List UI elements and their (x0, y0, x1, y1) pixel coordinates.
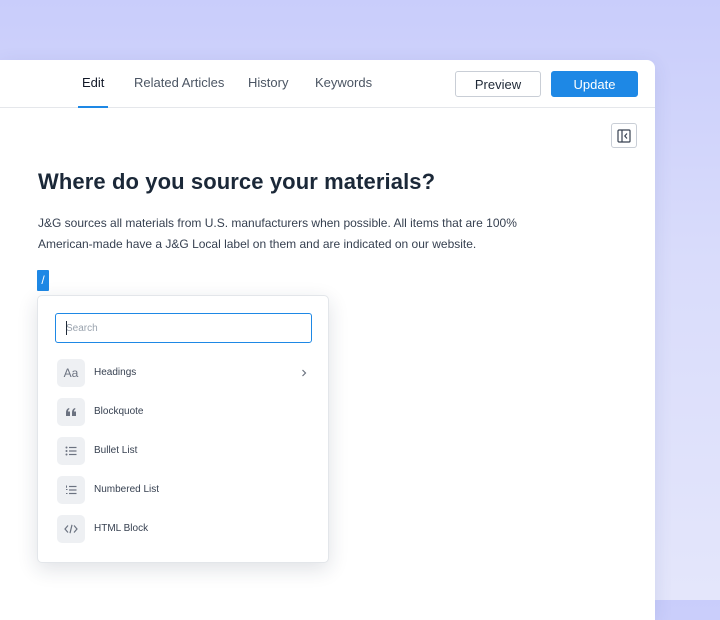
menu-item-bullet-list[interactable]: Bullet List (57, 437, 313, 465)
editor-window: Edit Related Articles History Keywords P… (0, 60, 655, 620)
menu-item-label: Headings (94, 367, 137, 378)
article-body[interactable]: J&G sources all materials from U.S. manu… (38, 213, 573, 254)
menu-item-label: Bullet List (94, 445, 138, 456)
block-search-input[interactable] (55, 313, 312, 343)
menu-item-html-block[interactable]: HTML Block (57, 515, 313, 543)
numbered-list-icon (57, 476, 85, 504)
article-editor[interactable]: Where do you source your materials? J&G … (0, 60, 655, 600)
code-icon (57, 515, 85, 543)
block-insert-menu: Aa Headings Blockquote (37, 295, 329, 563)
menu-item-label: HTML Block (94, 523, 149, 534)
bullet-list-icon (57, 437, 85, 465)
headings-icon: Aa (57, 359, 85, 387)
menu-item-label: Numbered List (94, 484, 160, 495)
menu-item-blockquote[interactable]: Blockquote (57, 398, 313, 426)
chevron-right-icon (302, 369, 307, 377)
menu-item-label: Blockquote (94, 406, 144, 417)
menu-item-numbered-list[interactable]: Numbered List (57, 476, 313, 504)
article-title[interactable]: Where do you source your materials? (38, 169, 435, 195)
text-caret (66, 321, 67, 335)
quote-icon (57, 398, 85, 426)
menu-item-headings[interactable]: Aa Headings (57, 359, 313, 387)
slash-command-marker: / (37, 270, 49, 291)
